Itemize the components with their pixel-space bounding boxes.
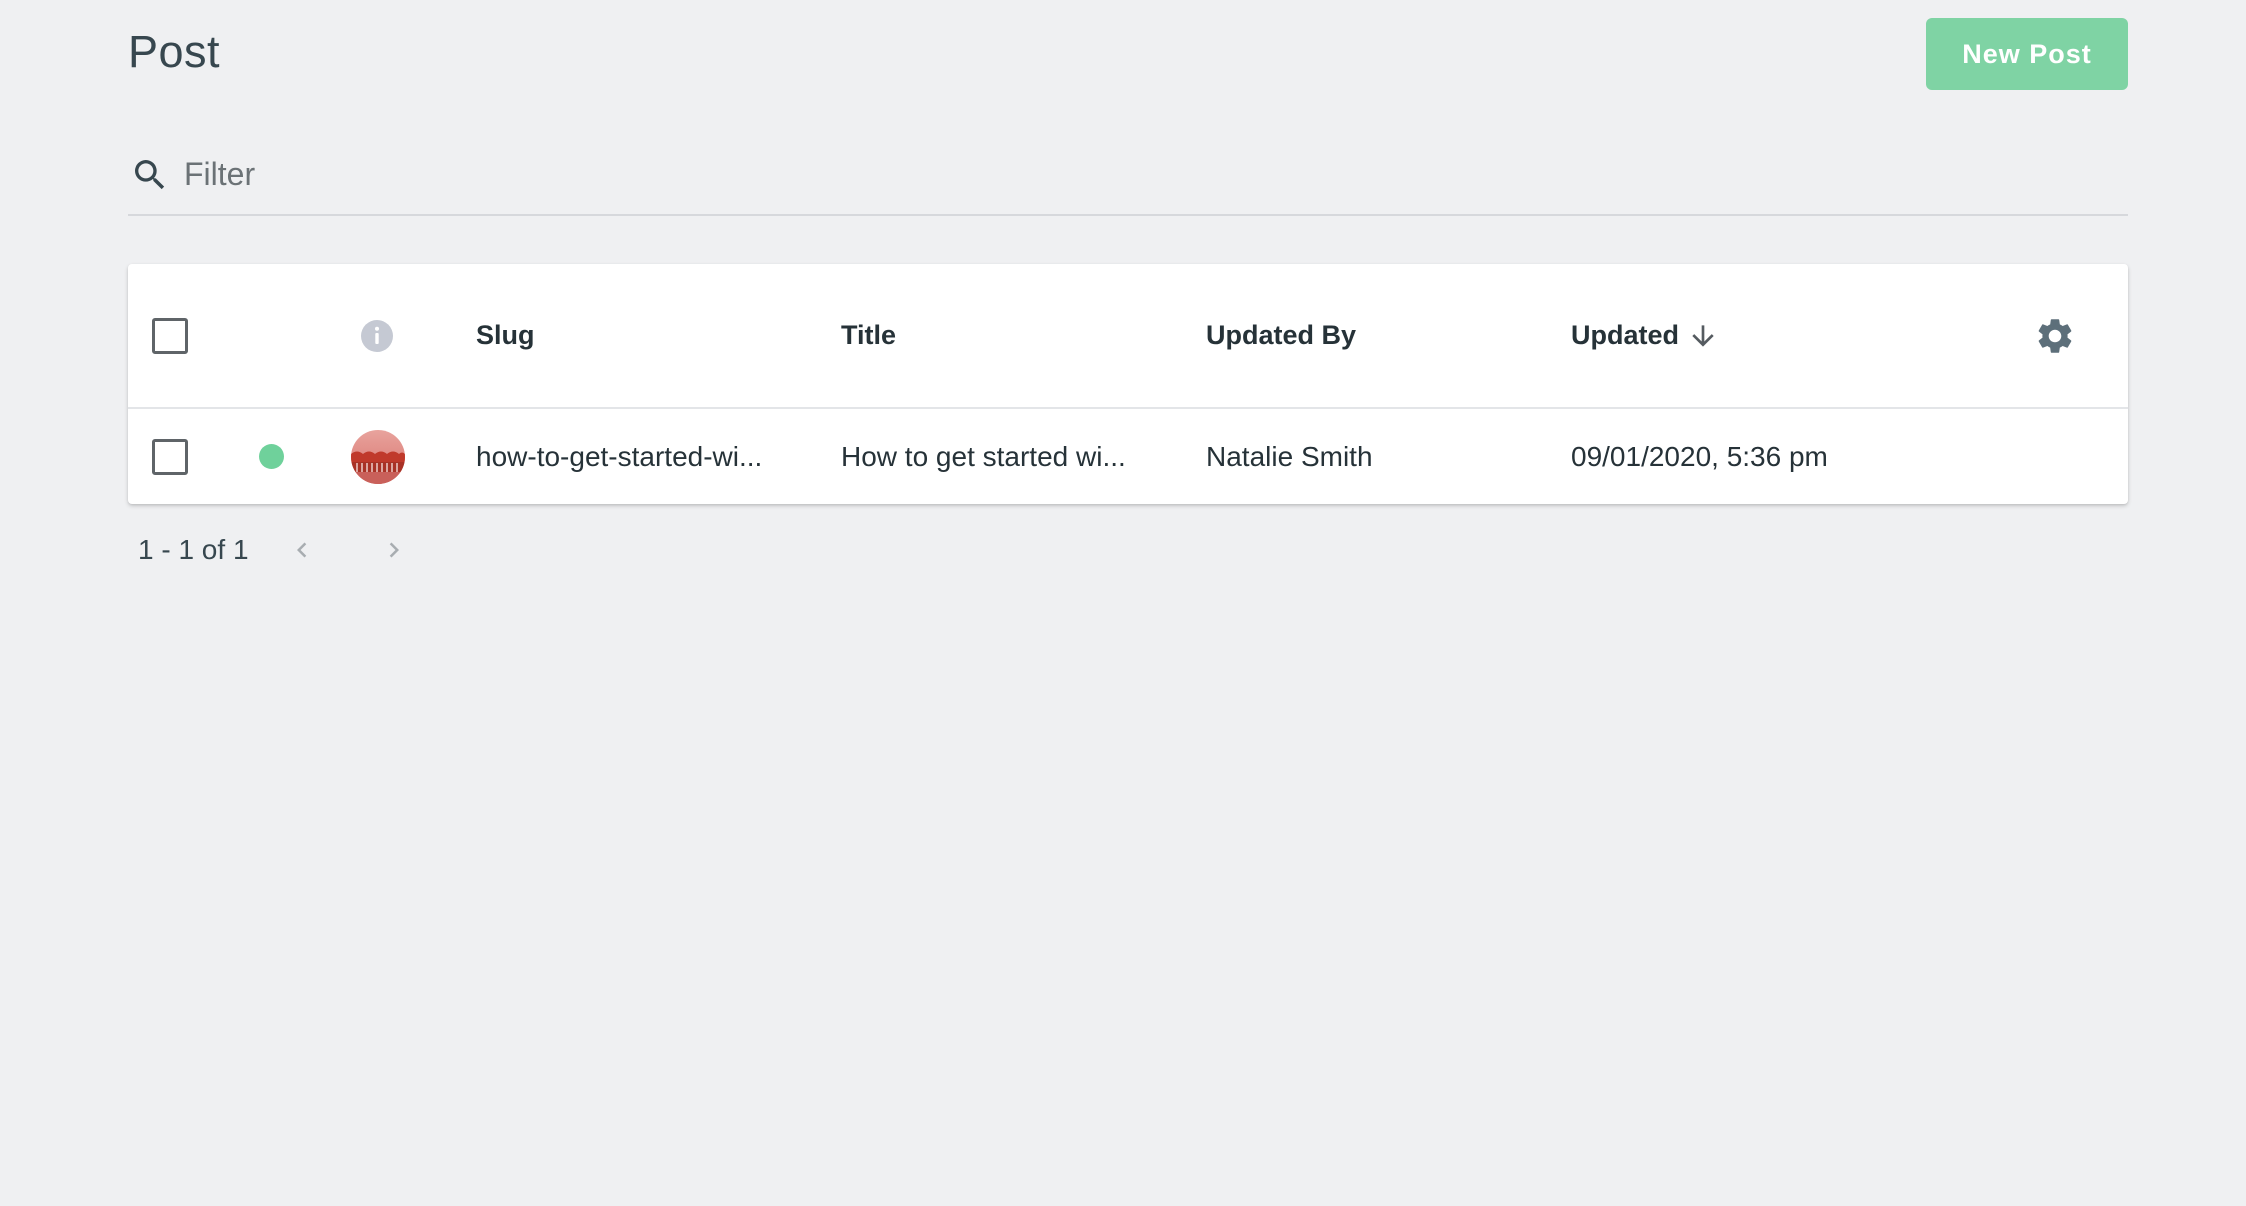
column-settings-cell <box>2034 264 2076 407</box>
avatar-cell <box>351 409 405 504</box>
updated-cell: 09/01/2020, 5:36 pm <box>1571 409 1828 504</box>
filter-bar <box>128 135 2128 216</box>
status-cell <box>259 409 284 504</box>
updated-value: 09/01/2020, 5:36 pm <box>1571 440 1828 472</box>
chevron-left-icon[interactable] <box>287 535 317 565</box>
column-label-updated-by: Updated By <box>1206 320 1357 350</box>
table-header: Slug Title Updated By Updated <box>128 264 2128 409</box>
column-header-title[interactable]: Title <box>841 264 896 407</box>
posts-table: Slug Title Updated By Updated how-to-get… <box>128 264 2128 504</box>
filter-input[interactable] <box>184 156 1984 193</box>
status-published-indicator <box>259 444 284 469</box>
column-label-title: Title <box>841 320 897 350</box>
column-label-updated: Updated <box>1571 320 1679 350</box>
slug-value: how-to-get-started-wi... <box>476 440 763 472</box>
title-cell: How to get started wi... <box>841 409 1126 504</box>
avatar <box>351 429 405 484</box>
updated-by-cell: Natalie Smith <box>1206 409 1373 504</box>
table-row[interactable]: how-to-get-started-wi... How to get star… <box>128 409 2128 504</box>
row-select-cell <box>152 409 188 504</box>
chevron-right-icon[interactable] <box>379 535 409 565</box>
pagination: 1 - 1 of 1 <box>138 530 409 570</box>
column-header-updated[interactable]: Updated <box>1571 264 1719 407</box>
info-icon <box>361 319 393 352</box>
new-post-button[interactable]: New Post <box>1926 18 2128 90</box>
column-header-slug[interactable]: Slug <box>476 264 535 407</box>
column-header-updated-by[interactable]: Updated By <box>1206 264 1356 407</box>
select-all-cell <box>152 264 188 407</box>
title-value: How to get started wi... <box>841 440 1126 472</box>
gear-icon[interactable] <box>2034 315 2076 357</box>
post-list-page: Post New Post Slug Title <box>0 0 2246 1206</box>
info-header-cell <box>360 264 394 407</box>
page-title: Post <box>128 26 221 77</box>
column-label-slug: Slug <box>476 320 535 350</box>
slug-cell: how-to-get-started-wi... <box>476 409 762 504</box>
pagination-count: 1 - 1 of 1 <box>138 534 249 565</box>
row-checkbox[interactable] <box>152 438 188 475</box>
search-icon <box>135 159 165 189</box>
updated-by-value: Natalie Smith <box>1206 440 1373 472</box>
select-all-checkbox[interactable] <box>152 317 188 354</box>
sort-descending-icon <box>1692 324 1714 347</box>
